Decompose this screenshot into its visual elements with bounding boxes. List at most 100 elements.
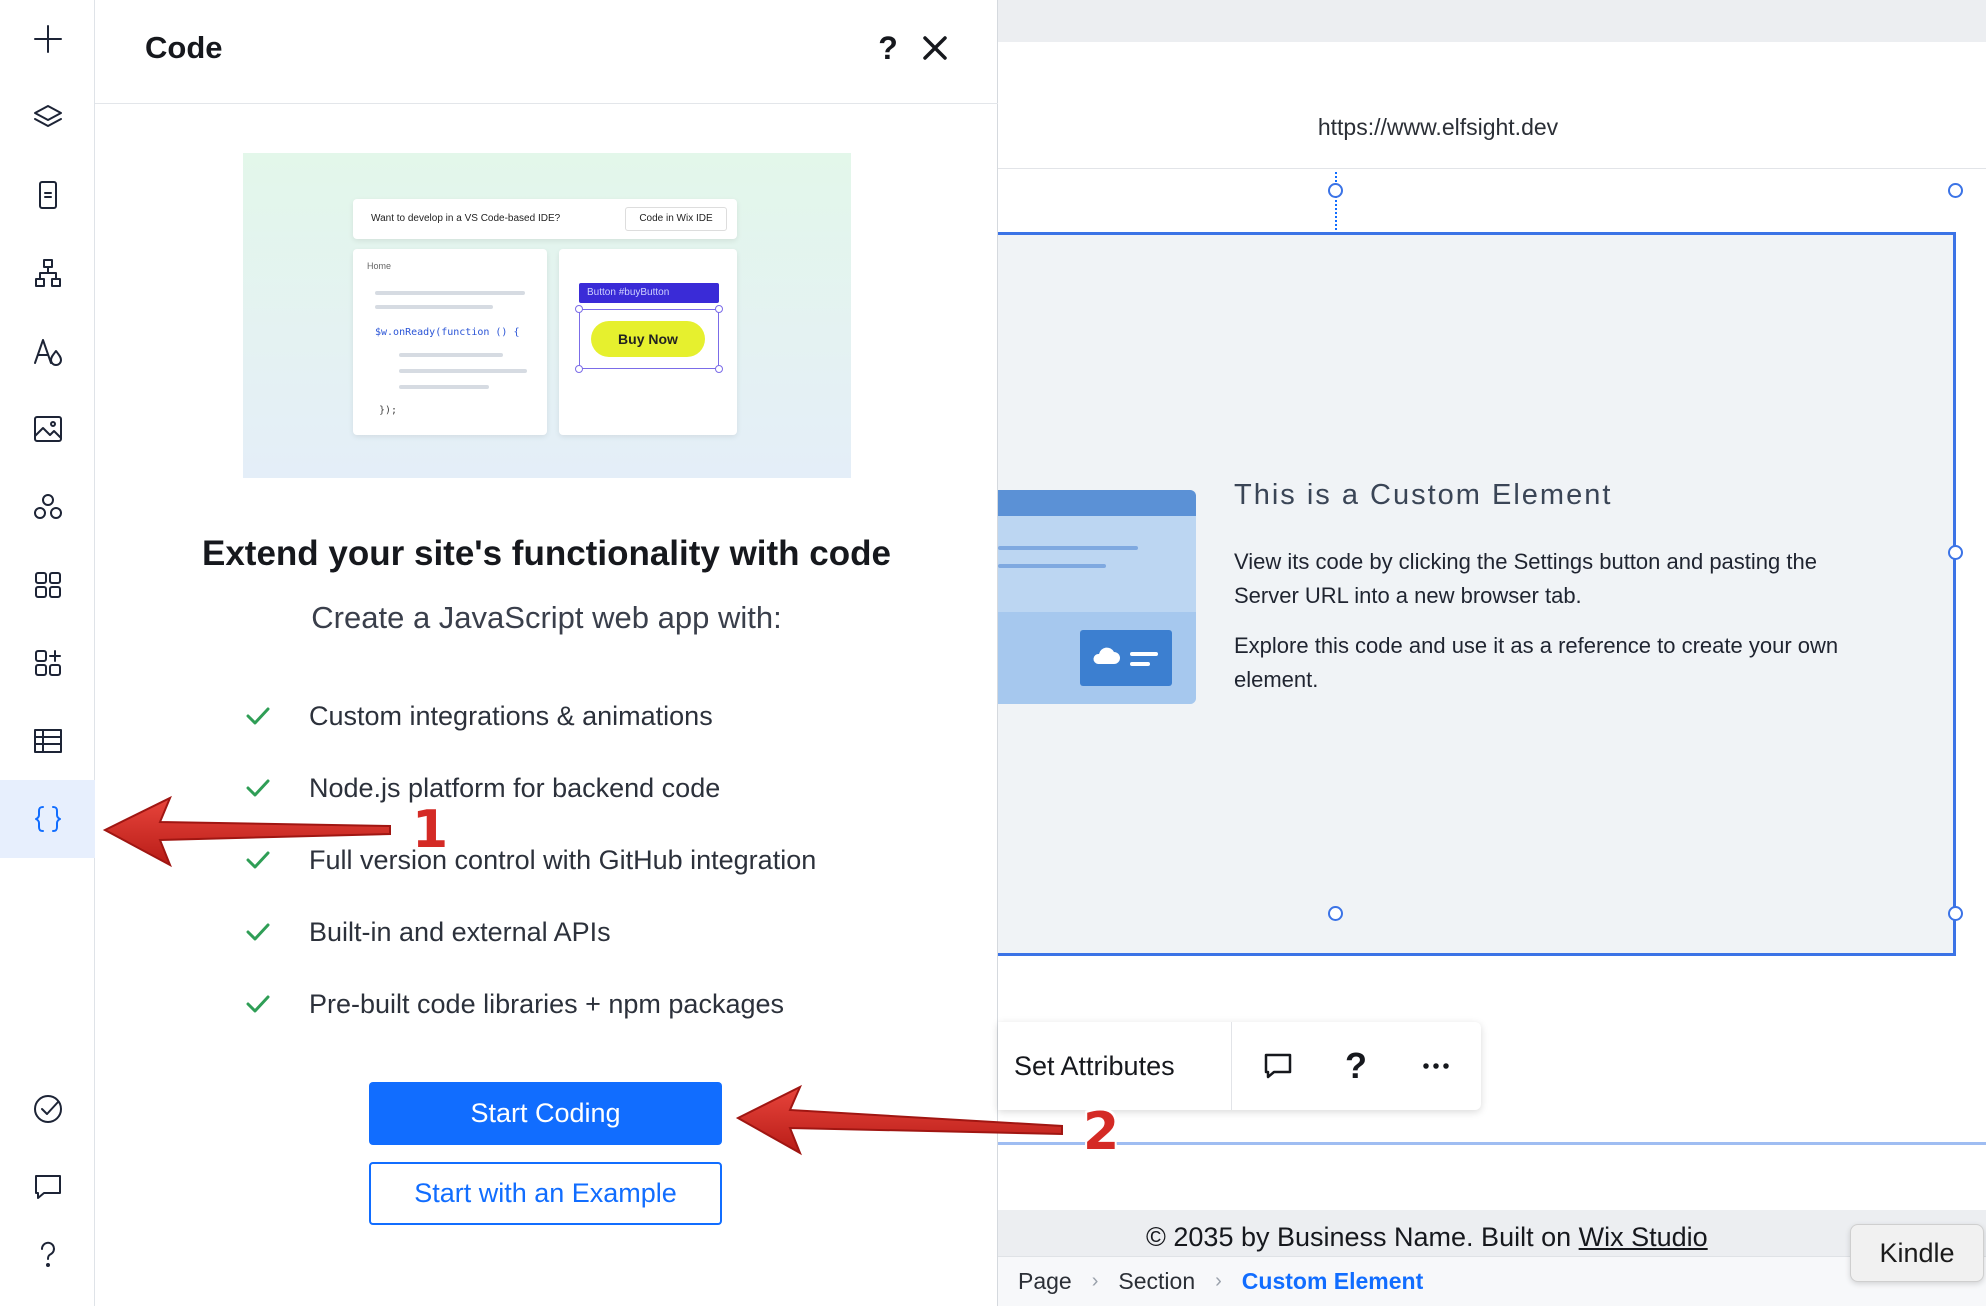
footer-wix-studio-link[interactable]: Wix Studio — [1579, 1222, 1708, 1252]
feature-text: Full version control with GitHub integra… — [309, 844, 817, 875]
left-tool-rail — [0, 0, 95, 1306]
chevron-right-icon: › — [1091, 1270, 1099, 1292]
feature-item: Node.js platform for backend code — [243, 768, 720, 808]
illustration-home-label: Home — [367, 261, 392, 271]
kindle-tooltip: Kindle — [1850, 1224, 1984, 1282]
custom-element-paragraph: View its code by clicking the Settings b… — [1234, 549, 1817, 608]
image-icon — [33, 416, 62, 442]
element-toolbar: Set Attributes ? — [998, 1022, 1481, 1110]
image-line — [998, 564, 1106, 568]
comments-button[interactable] — [0, 1148, 95, 1226]
sitemap-icon — [34, 259, 61, 287]
resize-handle-top[interactable] — [1328, 183, 1343, 198]
breadcrumb-page[interactable]: Page — [1018, 1268, 1072, 1295]
layers-icon — [33, 105, 62, 127]
editor-canvas: https://www.elfsight.dev This is a Custo… — [998, 0, 1986, 1306]
pages-button[interactable] — [0, 156, 95, 234]
custom-element-paragraph: Explore this code and use it as a refere… — [1234, 633, 1839, 692]
resize-handle-bottom-right[interactable] — [1948, 906, 1963, 921]
image-line — [998, 546, 1138, 550]
code-braces-icon — [34, 806, 61, 832]
checkmark-icon — [243, 773, 273, 803]
illustration-preview-card: Button #buyButton Buy Now — [559, 249, 737, 435]
placeholder-line — [375, 291, 525, 295]
apps-icon — [33, 494, 62, 519]
resize-handle-right[interactable] — [1948, 545, 1963, 560]
start-with-example-button[interactable]: Start with an Example — [369, 1162, 722, 1225]
help-button[interactable]: ? — [1334, 1044, 1378, 1088]
breadcrumb-custom-element[interactable]: Custom Element — [1242, 1268, 1423, 1295]
illustration-ide-text: Want to develop in a VS Code-based IDE? — [371, 213, 561, 224]
image-header-bar — [998, 490, 1196, 516]
checkmark-icon — [243, 917, 273, 947]
illustration-handle — [575, 365, 583, 373]
panel-help-button[interactable]: ? — [868, 28, 908, 68]
breadcrumb-section[interactable]: Section — [1118, 1268, 1195, 1295]
comment-button[interactable] — [1256, 1044, 1300, 1088]
feature-text: Custom integrations & animations — [309, 700, 713, 731]
typography-icon — [33, 339, 62, 366]
custom-element-image — [998, 490, 1196, 704]
site-structure-button[interactable] — [0, 234, 95, 312]
illustration-handle — [715, 365, 723, 373]
resize-handle-bottom[interactable] — [1328, 906, 1343, 921]
more-actions-button[interactable] — [1414, 1044, 1458, 1088]
panel-header: Code ? — [95, 0, 998, 104]
page-icon — [38, 181, 57, 209]
chevron-right-icon: › — [1215, 1270, 1222, 1292]
resize-handle-top-right[interactable] — [1948, 183, 1963, 198]
annotation-label-2: 2 — [1083, 1102, 1120, 1162]
custom-element-title: This is a Custom Element — [1234, 479, 1613, 511]
chat-icon — [34, 1175, 61, 1199]
placeholder-line — [399, 369, 527, 373]
feature-item: Custom integrations & animations — [243, 696, 713, 736]
panel-headline: Extend your site's functionality with co… — [202, 534, 891, 573]
footer-copyright: © 2035 by Business Name. Built on — [1146, 1222, 1579, 1252]
set-attributes-button[interactable]: Set Attributes — [1014, 1022, 1175, 1110]
cms-button[interactable] — [0, 702, 95, 780]
feature-item: Full version control with GitHub integra… — [243, 840, 816, 880]
feature-text: Built-in and external APIs — [309, 916, 611, 947]
close-icon — [923, 36, 947, 60]
panel-close-button[interactable] — [915, 28, 955, 68]
apps-button[interactable] — [0, 546, 95, 624]
placeholder-line — [375, 305, 493, 309]
custom-element[interactable]: This is a Custom Element View its code b… — [998, 232, 1956, 956]
business-apps-button[interactable] — [0, 468, 95, 546]
cloud-icon — [1093, 647, 1120, 664]
checkmark-icon — [243, 989, 273, 1019]
illustration-code-card: Home $w.onReady(function () { }); — [353, 249, 547, 435]
illustration-code-text: $w.onReady(function () { — [375, 327, 520, 338]
layers-button[interactable] — [0, 78, 95, 156]
placeholder-line — [399, 385, 489, 389]
add-elements-button[interactable] — [0, 0, 95, 78]
breadcrumb: Page › Section › Custom Element — [998, 1256, 1986, 1306]
site-page: https://www.elfsight.dev This is a Custo… — [998, 42, 1986, 1252]
feature-text: Pre-built code libraries + npm packages — [309, 988, 784, 1019]
code-panel: Code ? Want to develop in a VS Code-base… — [95, 0, 998, 1306]
question-icon — [40, 1241, 55, 1267]
feature-item: Built-in and external APIs — [243, 912, 611, 952]
code-button[interactable] — [0, 780, 95, 858]
grid-icon — [34, 572, 61, 598]
start-coding-button[interactable]: Start Coding — [369, 1082, 722, 1145]
help-center-button[interactable] — [0, 1216, 95, 1294]
checkmark-icon — [243, 701, 273, 731]
panel-title: Code — [145, 30, 223, 65]
illustration-code-end: }); — [379, 405, 398, 416]
site-checklist-button[interactable] — [0, 1070, 95, 1148]
design-button[interactable] — [0, 312, 95, 390]
drag-guide — [1335, 172, 1337, 230]
feature-item: Pre-built code libraries + npm packages — [243, 984, 784, 1024]
illustration-handle — [575, 305, 583, 313]
panel-subheadline: Create a JavaScript web app with: — [311, 600, 782, 635]
media-button[interactable] — [0, 390, 95, 468]
image-line — [1130, 662, 1150, 666]
checkmark-icon — [243, 845, 273, 875]
more-icon — [1423, 1063, 1449, 1069]
add-apps-button[interactable] — [0, 624, 95, 702]
illustration-ide-button: Code in Wix IDE — [625, 207, 727, 231]
site-header-url: https://www.elfsight.dev — [1317, 114, 1559, 140]
illustration-buy-button: Buy Now — [591, 321, 705, 357]
image-line — [1130, 652, 1158, 656]
